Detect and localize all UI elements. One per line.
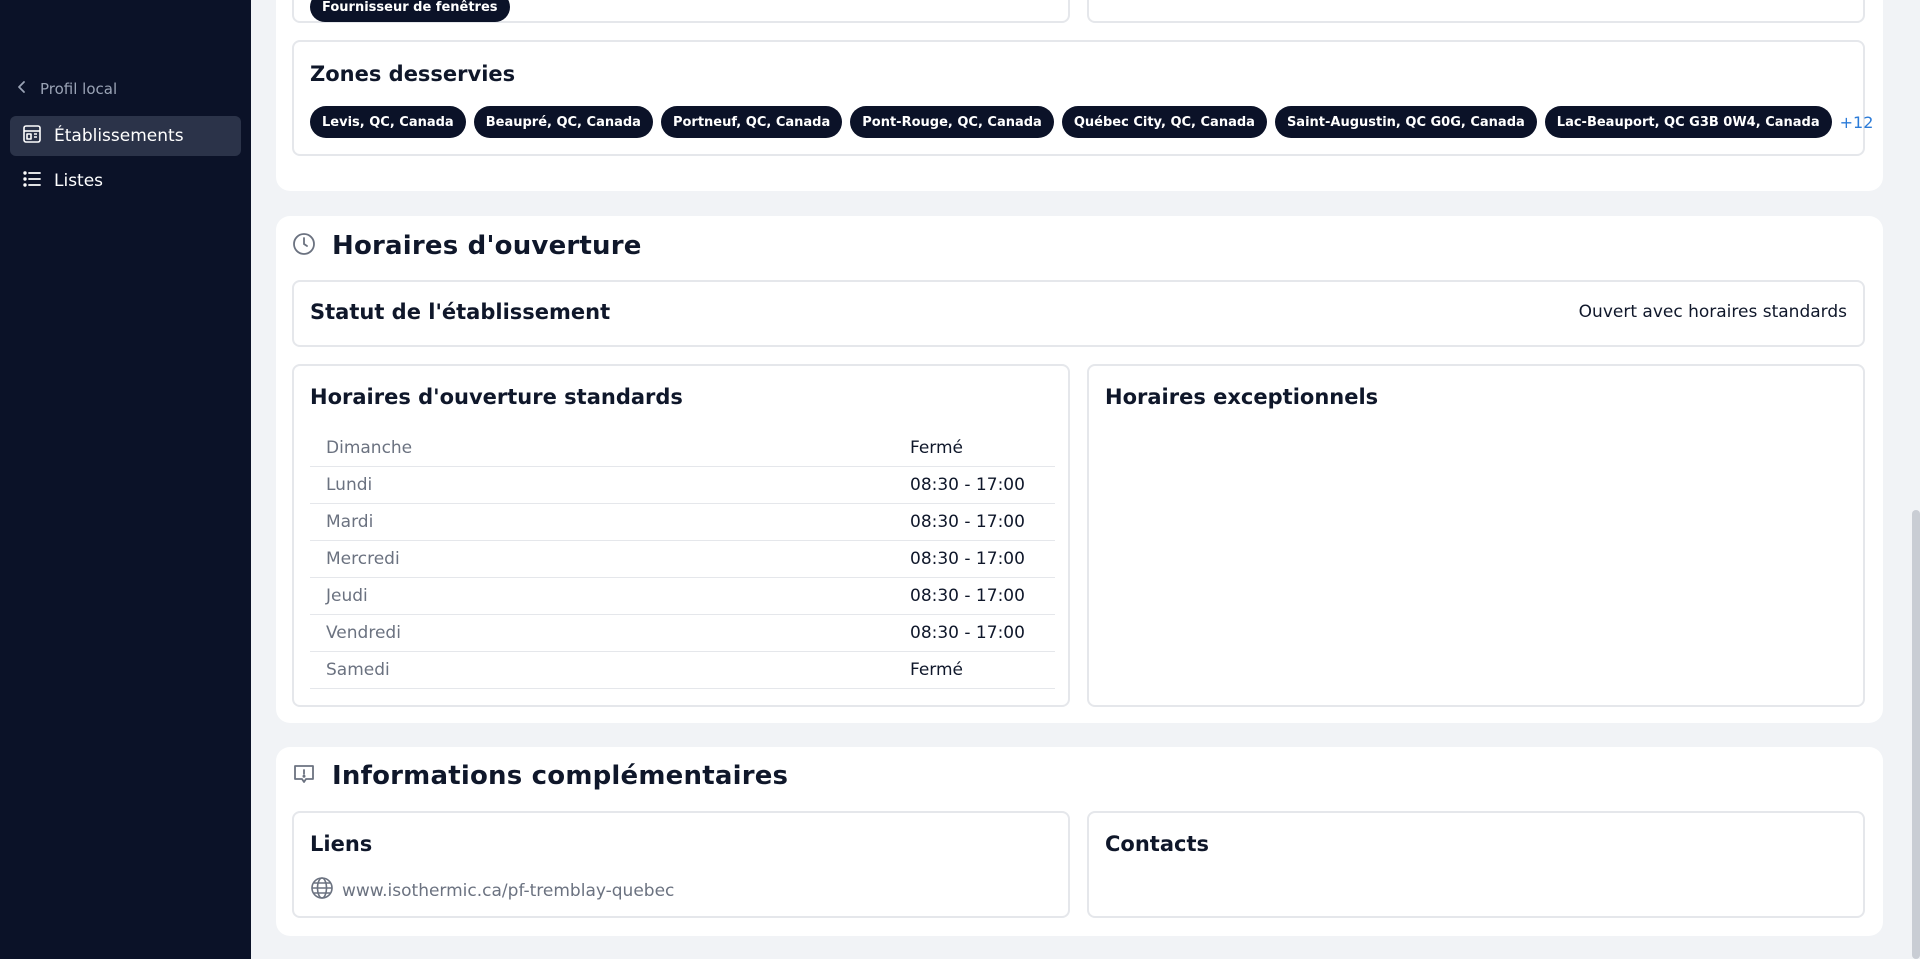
additional-info-header: Informations complémentaires [292, 761, 788, 791]
additional-info-section: Informations complémentaires Liens www.i… [276, 747, 1883, 936]
standard-hours-table: Dimanche Fermé Lundi 08:30 - 17:00 Mardi… [310, 430, 1055, 689]
hours-value: 08:30 - 17:00 [910, 512, 1025, 532]
service-zones-list: Levis, QC, Canada Beaupré, QC, Canada Po… [310, 106, 1873, 138]
service-zones-card: Zones desservies Levis, QC, Canada Beaup… [292, 40, 1873, 156]
contacts-card: Contacts [1087, 811, 1865, 918]
more-zones-link[interactable]: +12 [1840, 113, 1874, 132]
sidebar-item-label: Établissements [54, 126, 184, 146]
zone-pill: Beaupré, QC, Canada [473, 106, 653, 138]
zone-pill: Pont-Rouge, QC, Canada [850, 106, 1054, 138]
additional-info-title: Informations complémentaires [332, 761, 789, 791]
back-link-profil-local[interactable]: Profil local [14, 79, 117, 99]
hours-day: Mercredi [326, 549, 400, 569]
category-pill: Fournisseur de fenêtres [310, 0, 510, 22]
establishment-status-label: Statut de l'établissement [310, 300, 611, 324]
establishment-status-value: Ouvert avec horaires standards [1578, 302, 1847, 322]
hours-row: Jeudi 08:30 - 17:00 [310, 578, 1055, 615]
exceptional-hours-card: Horaires exceptionnels [1087, 364, 1865, 707]
opening-hours-section: Horaires d'ouverture Statut de l'établis… [276, 216, 1883, 723]
opening-hours-title: Horaires d'ouverture [332, 231, 642, 261]
hours-row: Mardi 08:30 - 17:00 [310, 504, 1055, 541]
sidebar-item-etablissements[interactable]: Établissements [10, 116, 241, 156]
service-zones-title: Zones desservies [310, 62, 516, 86]
details-card-right [1087, 0, 1865, 23]
establishment-status-card: Statut de l'établissement Ouvert avec ho… [292, 280, 1865, 347]
links-card: Liens www.isothermic.ca/pf-tremblay-queb… [292, 811, 1070, 918]
hours-value: Fermé [910, 660, 964, 680]
opening-hours-header: Horaires d'ouverture [292, 231, 642, 261]
hours-value: Fermé [910, 438, 964, 458]
zone-pill: Portneuf, QC, Canada [660, 106, 843, 138]
info-message-icon [292, 762, 316, 790]
hours-row: Vendredi 08:30 - 17:00 [310, 615, 1055, 652]
hours-value: 08:30 - 17:00 [910, 586, 1025, 606]
zone-pill: Québec City, QC, Canada [1061, 106, 1267, 138]
hours-day: Samedi [326, 660, 390, 680]
links-title: Liens [310, 832, 373, 856]
hours-value: 08:30 - 17:00 [910, 623, 1025, 643]
sidebar-item-label: Listes [54, 171, 104, 191]
list-icon [22, 169, 42, 194]
hours-value: 08:30 - 17:00 [910, 549, 1025, 569]
hours-value: 08:30 - 17:00 [910, 475, 1025, 495]
globe-icon [310, 876, 334, 905]
contacts-title: Contacts [1105, 832, 1209, 856]
main-content: Fournisseur de fenêtres Zones desservies… [251, 0, 1920, 959]
zone-pill: Levis, QC, Canada [310, 106, 466, 138]
chevron-left-icon [14, 79, 30, 99]
exceptional-hours-title: Horaires exceptionnels [1105, 385, 1379, 409]
website-url: www.isothermic.ca/pf-tremblay-quebec [342, 880, 675, 901]
hours-day: Lundi [326, 475, 373, 495]
hours-day: Dimanche [326, 438, 413, 458]
main-scrollbar[interactable] [1912, 510, 1920, 959]
business-details-section: Fournisseur de fenêtres Zones desservies… [276, 0, 1883, 191]
back-link-label: Profil local [40, 80, 118, 98]
hours-day: Mardi [326, 512, 374, 532]
category-card: Fournisseur de fenêtres [292, 0, 1070, 23]
hours-row: Mercredi 08:30 - 17:00 [310, 541, 1055, 578]
hours-row: Dimanche Fermé [310, 430, 1055, 467]
standard-hours-title: Horaires d'ouverture standards [310, 385, 683, 409]
zone-pill: Lac-Beauport, QC G3B 0W4, Canada [1544, 106, 1832, 138]
hours-row: Samedi Fermé [310, 652, 1055, 689]
hours-day: Vendredi [326, 623, 401, 643]
zone-pill: Saint-Augustin, QC G0G, Canada [1274, 106, 1537, 138]
clock-icon [292, 232, 316, 260]
website-link[interactable]: www.isothermic.ca/pf-tremblay-quebec [310, 876, 674, 905]
hours-day: Jeudi [326, 586, 368, 606]
hours-row: Lundi 08:30 - 17:00 [310, 467, 1055, 504]
building-icon [22, 124, 42, 149]
sidebar-item-listes[interactable]: Listes [10, 161, 241, 201]
standard-hours-card: Horaires d'ouverture standards Dimanche … [292, 364, 1070, 707]
sidebar: Profil local Établissements Listes [0, 0, 251, 959]
